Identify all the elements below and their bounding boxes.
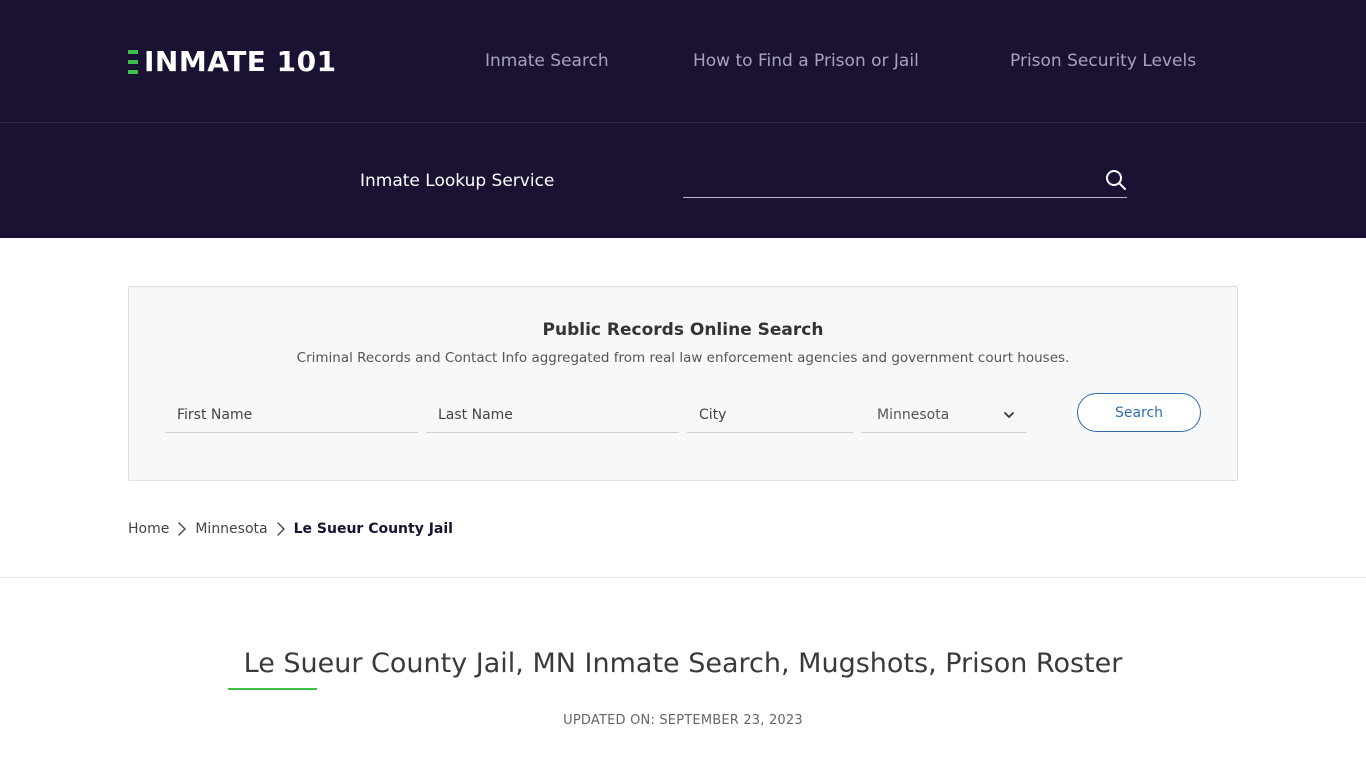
records-search-button[interactable]: Search	[1077, 393, 1201, 432]
breadcrumb: Home Minnesota Le Sueur County Jail	[128, 518, 453, 540]
updated-date: UPDATED ON: SEPTEMBER 23, 2023	[563, 713, 803, 728]
nav-link-find-prison[interactable]: How to Find a Prison or Jail	[693, 49, 919, 73]
logo-bars-icon	[128, 50, 138, 74]
breadcrumb-state[interactable]: Minnesota	[195, 521, 267, 537]
chevron-down-icon	[1004, 411, 1014, 418]
search-icon[interactable]	[1104, 168, 1128, 192]
inmate-lookup-band: Inmate Lookup Service	[0, 123, 1366, 238]
nav-link-inmate-search[interactable]: Inmate Search	[485, 49, 609, 73]
site-logo[interactable]: INMATE 101	[128, 46, 337, 78]
top-navigation-bar: INMATE 101 Inmate Search How to Find a P…	[0, 0, 1366, 123]
breadcrumb-home[interactable]: Home	[128, 521, 169, 537]
breadcrumb-current: Le Sueur County Jail	[293, 521, 453, 537]
logo-text: INMATE 101	[144, 45, 337, 78]
state-select-value: Minnesota	[877, 406, 950, 423]
records-search-title: Public Records Online Search	[542, 320, 824, 340]
first-name-field[interactable]	[165, 397, 418, 433]
section-divider	[0, 577, 1366, 578]
nav-link-security-levels[interactable]: Prison Security Levels	[1010, 49, 1196, 73]
public-records-search-panel: Public Records Online Search Criminal Re…	[128, 286, 1238, 481]
state-select[interactable]: Minnesota	[861, 397, 1027, 433]
city-field[interactable]	[687, 397, 853, 433]
title-underline-accent	[228, 688, 317, 690]
page-title: Le Sueur County Jail, MN Inmate Search, …	[243, 648, 1123, 679]
inmate-lookup-input[interactable]	[683, 163, 1127, 198]
records-search-subtitle: Criminal Records and Contact Info aggreg…	[296, 350, 1070, 366]
chevron-right-icon	[178, 522, 187, 536]
chevron-right-icon	[276, 522, 285, 536]
inmate-lookup-label: Inmate Lookup Service	[360, 171, 555, 191]
last-name-field[interactable]	[426, 397, 679, 433]
